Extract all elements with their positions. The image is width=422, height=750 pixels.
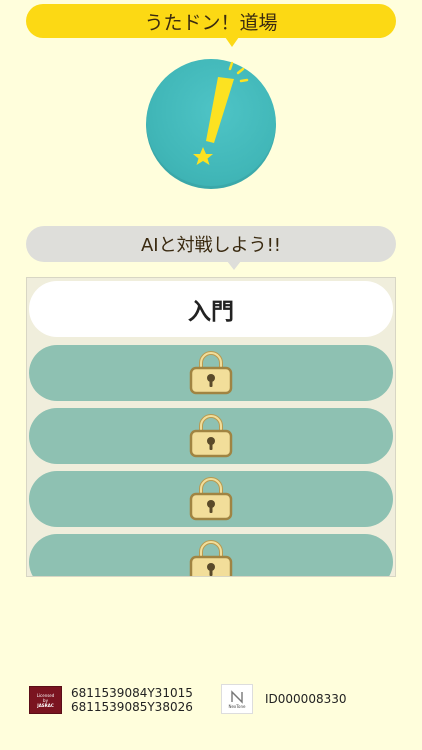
- level-label: 入門: [188, 299, 234, 325]
- level-list[interactable]: 入門: [26, 277, 396, 577]
- app-logo: [146, 59, 276, 189]
- lock-icon: [189, 477, 233, 521]
- prompt-text: AIと対戦しよう!!: [140, 235, 282, 256]
- lock-icon: [189, 414, 233, 458]
- license-codes: 6811539084Y31015 6811539085Y38026: [71, 686, 193, 714]
- jasrac-line3: JASRAC: [37, 702, 54, 708]
- nextone-logo: NexTone: [221, 684, 253, 714]
- app-title-text: うたドン！道場: [144, 11, 278, 34]
- license-code-2: 6811539085Y38026: [71, 700, 193, 714]
- nextone-license: NexTone ID000008330: [221, 684, 347, 714]
- level-button-locked-1[interactable]: [29, 345, 393, 401]
- exclamation-star-icon: [193, 61, 249, 165]
- license-id: ID000008330: [265, 692, 347, 706]
- prompt-bubble: AIと対戦しよう!!: [26, 226, 396, 270]
- app-title: うたドン！道場: [26, 4, 396, 47]
- level-button-locked-4[interactable]: [29, 534, 393, 576]
- lock-icon: [189, 540, 233, 576]
- level-button-locked-2[interactable]: [29, 408, 393, 464]
- level-button-locked-3[interactable]: [29, 471, 393, 527]
- license-code-1: 6811539084Y31015: [71, 686, 193, 700]
- jasrac-license: Licensed by JASRAC 6811539084Y31015 6811…: [29, 686, 193, 714]
- lock-icon: [189, 351, 233, 395]
- nextone-mark-icon: [231, 689, 243, 704]
- level-button-beginner[interactable]: 入門: [29, 281, 393, 337]
- jasrac-logo: Licensed by JASRAC: [29, 686, 62, 714]
- nextone-text: NexTone: [228, 703, 246, 709]
